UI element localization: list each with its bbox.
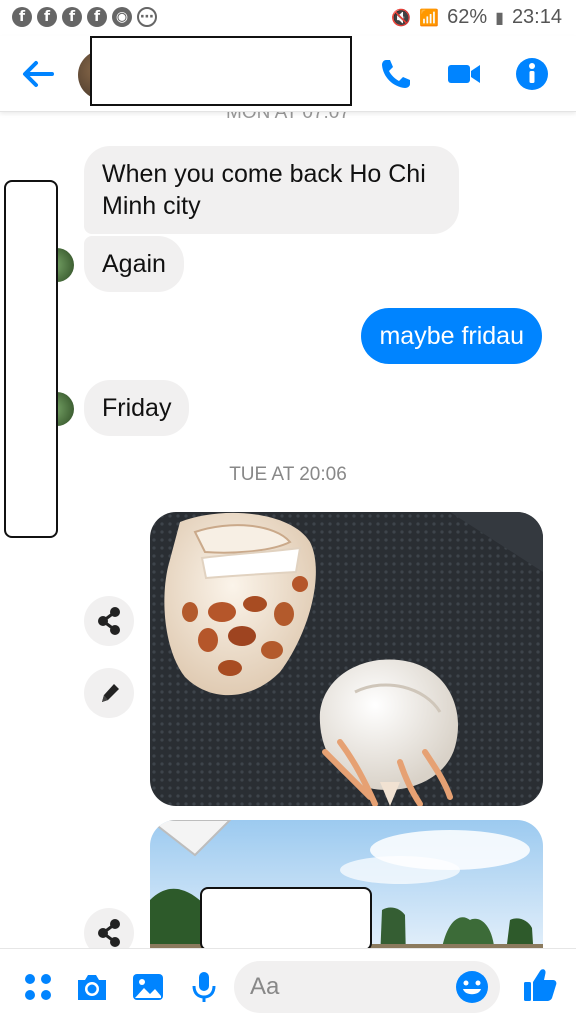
facebook-icon: f — [62, 7, 82, 27]
gallery-icon[interactable] — [130, 969, 166, 1005]
emoji-icon[interactable] — [454, 969, 490, 1005]
status-bar: f f f f ◉ ⋯ 🔇 📶 62% ▮ 23:14 — [0, 0, 576, 36]
battery-icon: ▮ — [495, 9, 504, 27]
phone-icon[interactable] — [378, 56, 414, 92]
facebook-icon: f — [12, 7, 32, 27]
system-status: 🔇 📶 62% ▮ 23:14 — [391, 6, 562, 29]
share-icon — [98, 607, 120, 635]
mute-icon: 🔇 — [391, 9, 412, 27]
microphone-icon[interactable] — [186, 969, 222, 1005]
camera-icon[interactable] — [74, 969, 110, 1005]
conversation-header — [0, 36, 576, 112]
battery-percent: 62% — [447, 6, 488, 28]
edit-pencil-icon — [102, 684, 119, 702]
info-icon[interactable] — [514, 56, 550, 92]
clock: 23:14 — [511, 6, 562, 28]
message-thread[interactable]: MON AT 07:07 When you come back Ho Chi M… — [0, 112, 576, 948]
messenger-icon: ⋯ — [137, 7, 157, 27]
message-incoming[interactable]: When you come back Ho Chi Minh city — [84, 146, 459, 234]
wifi-icon: 📶 — [419, 9, 440, 27]
notification-icons: f f f f ◉ ⋯ — [12, 7, 157, 27]
redaction-box — [200, 887, 372, 948]
message-input[interactable]: Aa — [234, 961, 500, 1013]
back-arrow-icon[interactable] — [18, 54, 58, 94]
voicemail-icon: ◉ — [112, 7, 132, 27]
facebook-icon: f — [37, 7, 57, 27]
facebook-icon: f — [87, 7, 107, 27]
photo-message[interactable] — [150, 512, 543, 806]
share-button[interactable] — [84, 908, 134, 948]
date-divider: MON AT 07:07 — [226, 112, 350, 123]
contact-name-redacted[interactable] — [90, 36, 352, 106]
message-outgoing[interactable]: maybe fridau — [361, 308, 542, 364]
message-incoming[interactable]: Friday — [84, 380, 190, 436]
date-divider: TUE AT 20:06 — [229, 464, 347, 485]
shells-photo — [150, 512, 543, 806]
share-icon — [98, 919, 120, 947]
thumbs-up-icon[interactable] — [520, 965, 560, 1005]
message-composer: Aa — [0, 948, 576, 1024]
share-button[interactable] — [84, 596, 134, 646]
video-camera-icon[interactable] — [446, 56, 482, 92]
message-input-placeholder: Aa — [250, 973, 280, 1000]
more-apps-icon[interactable] — [20, 969, 56, 1005]
message-incoming[interactable]: Again — [84, 236, 184, 292]
edit-button[interactable] — [84, 668, 134, 718]
